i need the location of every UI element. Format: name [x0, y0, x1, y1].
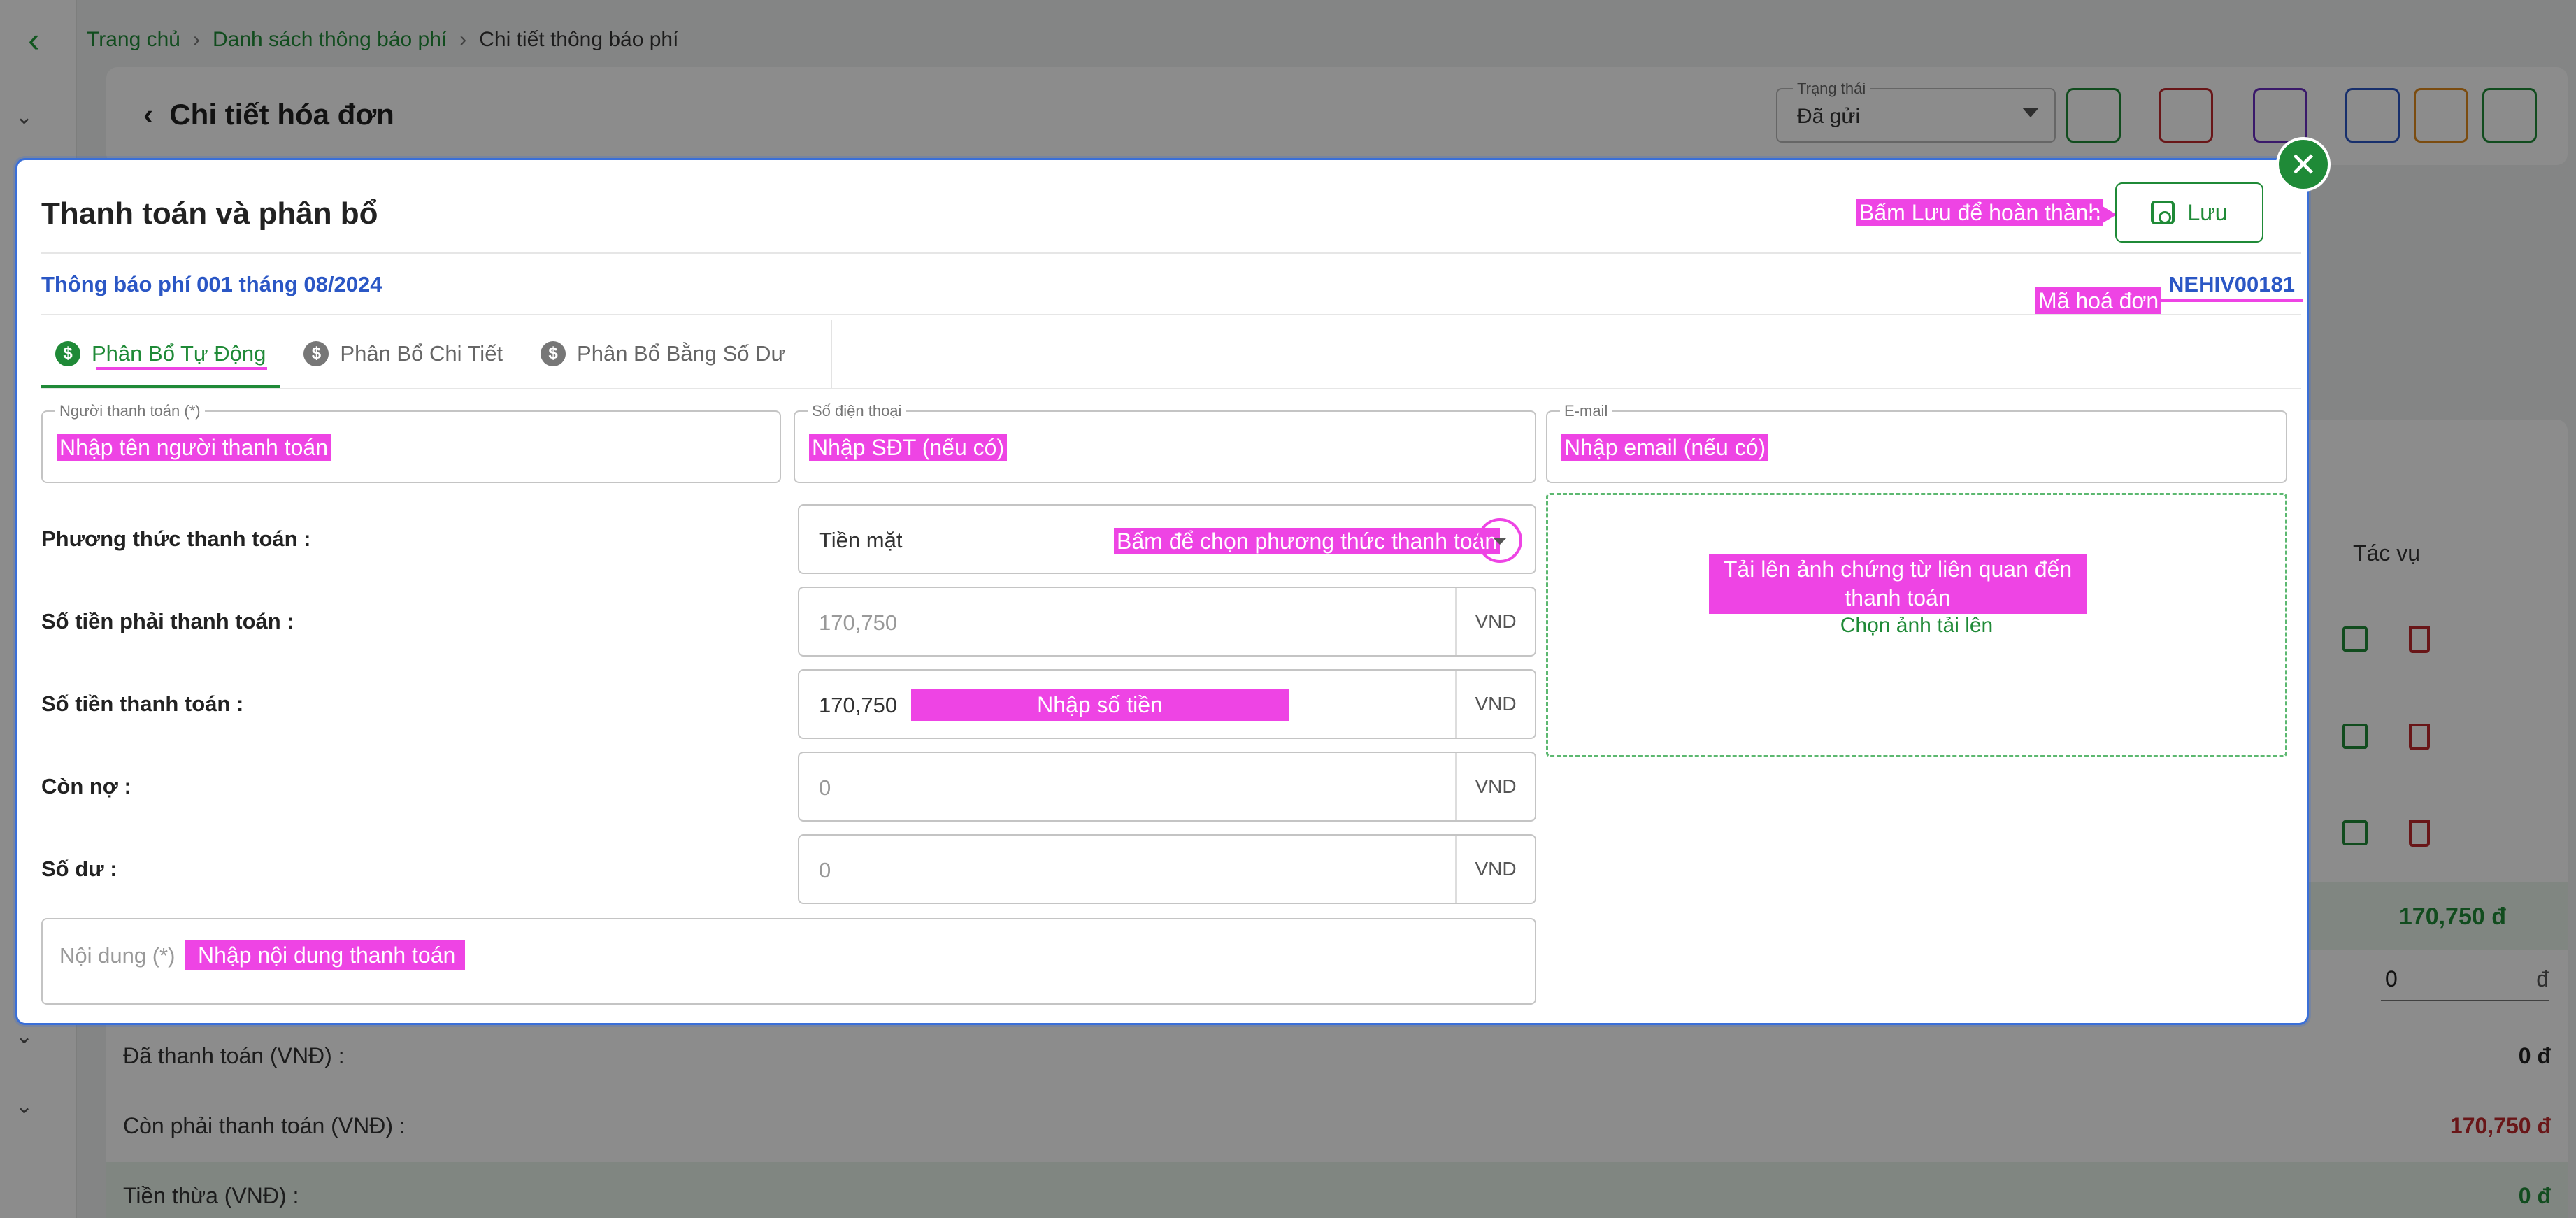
tab-detail-allocation[interactable]: $ Phân Bổ Chi Tiết — [289, 320, 517, 388]
annotation-underline — [96, 367, 268, 370]
invoice-code-annotation: Mã hoá đơn — [2035, 287, 2162, 315]
tab-auto-allocation[interactable]: $ Phân Bổ Tự Động — [41, 320, 280, 388]
invoice-code: NEHIV00181 — [2168, 272, 2295, 296]
floppy-disk-icon — [2151, 201, 2175, 224]
currency-unit: VND — [1455, 836, 1535, 903]
chevron-down-icon[interactable] — [1477, 518, 1522, 563]
allocation-tabs: $ Phân Bổ Tự Động $ Phân Bổ Chi Tiết $ P… — [41, 320, 799, 388]
field-label: Số điện thoại — [808, 402, 906, 420]
divider — [41, 314, 2301, 315]
save-button[interactable]: Lưu — [2115, 182, 2263, 243]
upload-dropzone[interactable]: Tải lên ảnh chứng từ liên quan đến thanh… — [1546, 493, 2287, 757]
annotation-underline — [2156, 299, 2303, 302]
balance-label: Số dư : — [41, 857, 117, 881]
dollar-coin-icon: $ — [541, 341, 566, 366]
debt-field: 0 VND — [798, 752, 1536, 822]
balance-value: 0 — [819, 858, 831, 882]
email-field[interactable]: E-mail Nhập email (nếu có) — [1546, 402, 2287, 483]
annotation-arrow-head — [2103, 206, 2117, 223]
notice-title: Thông báo phí 001 tháng 08/2024 — [41, 272, 382, 296]
payment-method-label: Phương thức thanh toán : — [41, 526, 311, 551]
email-annotation: Nhập email (nếu có) — [1561, 434, 1769, 461]
field-label: Người thanh toán (*) — [55, 402, 205, 420]
dollar-coin-icon: $ — [303, 341, 329, 366]
dollar-coin-icon: $ — [55, 341, 80, 366]
amount-paid-value: 170,750 — [819, 693, 898, 717]
amount-due-field: 170,750 VND — [798, 587, 1536, 657]
payment-method-select[interactable]: Tiền mặt Bấm để chọn phương thức thanh t… — [798, 504, 1536, 574]
debt-value: 0 — [819, 775, 831, 800]
debt-label: Còn nợ : — [41, 774, 131, 798]
close-modal-button[interactable]: ✕ — [2276, 137, 2331, 192]
tab-balance-allocation[interactable]: $ Phân Bổ Bằng Số Dư — [527, 320, 799, 388]
save-hint-annotation: Bấm Lưu để hoàn thành — [1856, 199, 2104, 227]
currency-unit: VND — [1455, 753, 1535, 820]
amount-due-value: 170,750 — [819, 610, 898, 635]
modal-title: Thanh toán và phân bổ — [41, 196, 378, 231]
amount-paid-input[interactable]: 170,750 Nhập số tiền VND — [798, 669, 1536, 739]
divider — [41, 252, 2301, 254]
amount-paid-label: Số tiền thanh toán : — [41, 692, 244, 716]
close-icon: ✕ — [2289, 147, 2318, 184]
content-textarea[interactable]: Nội dung (*) Nhập nội dung thanh toán — [41, 918, 1536, 1005]
content-placeholder: Nội dung (*) — [59, 943, 176, 968]
amount-due-label: Số tiền phải thanh toán : — [41, 609, 294, 633]
divider — [41, 388, 2301, 389]
upload-annotation: Tải lên ảnh chứng từ liên quan đến thanh… — [1709, 554, 2087, 614]
tab-label: Phân Bổ Chi Tiết — [340, 341, 503, 366]
amount-paid-annotation: Nhập số tiền — [911, 689, 1289, 721]
tab-label: Phân Bổ Tự Động — [92, 341, 266, 366]
tab-label: Phân Bổ Bằng Số Dư — [577, 341, 786, 366]
payment-allocation-modal: Thanh toán và phân bổ Bấm Lưu để hoàn th… — [15, 158, 2309, 1025]
balance-field: 0 VND — [798, 834, 1536, 904]
content-annotation: Nhập nội dung thanh toán — [185, 940, 465, 970]
phone-annotation: Nhập SĐT (nếu có) — [809, 434, 1008, 461]
payer-name-annotation: Nhập tên người thanh toán — [57, 434, 331, 461]
currency-unit: VND — [1455, 588, 1535, 655]
payment-method-annotation: Bấm để chọn phương thức thanh toán — [1114, 528, 1501, 555]
save-button-label: Lưu — [2187, 199, 2228, 225]
phone-field[interactable]: Số điện thoại Nhập SĐT (nếu có) — [794, 402, 1536, 483]
payer-name-field[interactable]: Người thanh toán (*) Nhập tên người than… — [41, 402, 781, 483]
currency-unit: VND — [1455, 671, 1535, 738]
field-label: E-mail — [1560, 402, 1612, 420]
choose-image-link[interactable]: Chọn ảnh tải lên — [1548, 614, 2285, 638]
payment-method-value: Tiền mặt — [819, 528, 903, 552]
tabs-divider — [831, 320, 832, 388]
